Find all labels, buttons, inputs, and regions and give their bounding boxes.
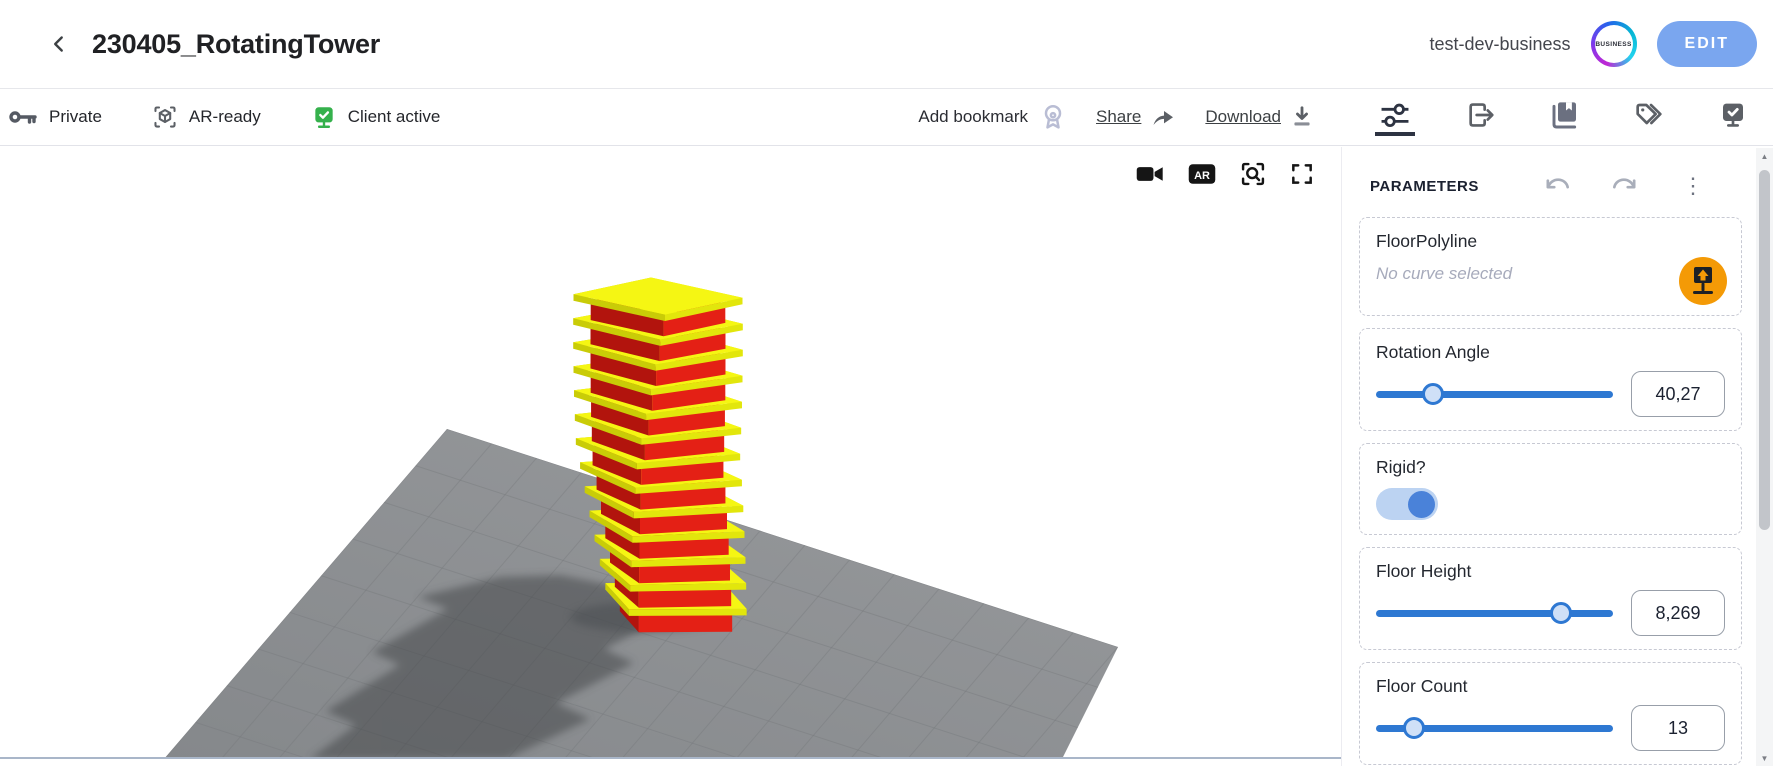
floor-count-slider[interactable]	[1376, 725, 1613, 732]
parameter-card-rigid: Rigid?	[1359, 443, 1742, 535]
page-title: 230405_RotatingTower	[92, 29, 380, 60]
undo-button[interactable]	[1542, 172, 1570, 200]
parameter-card-floor-count: Floor Count	[1359, 662, 1742, 765]
client-status: Client active	[311, 89, 441, 145]
upload-curve-button[interactable]	[1679, 257, 1727, 305]
scrollbar-thumb[interactable]	[1759, 170, 1770, 530]
parameter-label: Rigid?	[1376, 457, 1725, 478]
panel-title: PARAMETERS	[1370, 178, 1479, 195]
privacy-label: Private	[49, 107, 102, 127]
floor-height-slider[interactable]	[1376, 610, 1613, 617]
video-camera-icon[interactable]	[1135, 161, 1165, 187]
panel-tabs	[1343, 98, 1763, 136]
parameter-label: FloorPolyline	[1376, 231, 1725, 252]
ar-cube-icon	[152, 104, 178, 130]
toggle-knob	[1408, 491, 1435, 518]
viewport-bottom-border	[0, 757, 1341, 759]
floor-count-value[interactable]	[1631, 705, 1725, 751]
bookmark-medal-icon[interactable]	[1038, 102, 1068, 132]
parameter-card-floorpolyline: FloorPolyline No curve selected	[1359, 217, 1742, 316]
panel-scrollbar[interactable]: ▲ ▼	[1756, 148, 1773, 766]
add-bookmark-label[interactable]: Add bookmark	[918, 107, 1028, 127]
parameter-label: Floor Count	[1376, 676, 1725, 697]
key-icon	[8, 105, 38, 129]
download-icon[interactable]	[1289, 104, 1315, 130]
parameter-label: Floor Height	[1376, 561, 1725, 582]
3d-viewport: AR	[0, 147, 1341, 766]
status-toolbar: Private AR-ready Client active Add bookm…	[0, 88, 1773, 146]
scrollbar-down-arrow[interactable]: ▼	[1756, 750, 1773, 766]
tab-export[interactable]	[1460, 98, 1500, 136]
validation-icon	[1717, 99, 1749, 131]
svg-text:AR: AR	[1194, 170, 1210, 182]
rotation-angle-slider[interactable]	[1376, 391, 1613, 398]
slider-thumb[interactable]	[1422, 383, 1444, 405]
share-arrow-icon[interactable]	[1149, 103, 1177, 131]
tab-parameters[interactable]	[1375, 98, 1415, 136]
parameters-sliders-icon	[1378, 98, 1412, 132]
parameter-card-floor-height: Floor Height	[1359, 547, 1742, 650]
back-button[interactable]	[44, 29, 74, 59]
rigid-toggle[interactable]	[1376, 488, 1438, 520]
export-icon	[1464, 99, 1496, 131]
scrollbar-up-arrow[interactable]: ▲	[1756, 148, 1773, 164]
library-icon	[1548, 99, 1580, 131]
redo-button[interactable]	[1612, 172, 1640, 200]
zoom-focus-icon[interactable]	[1239, 160, 1267, 188]
download-link[interactable]: Download	[1205, 107, 1281, 127]
tab-tags[interactable]	[1629, 98, 1669, 136]
tags-icon	[1633, 99, 1665, 131]
client-active-label: Client active	[348, 107, 441, 127]
upload-curve-icon	[1688, 265, 1718, 297]
tab-validation[interactable]	[1713, 98, 1753, 136]
edit-button[interactable]: EDIT	[1657, 21, 1757, 67]
curve-placeholder: No curve selected	[1376, 264, 1725, 284]
ar-badge-icon[interactable]: AR	[1187, 161, 1217, 187]
parameter-label: Rotation Angle	[1376, 342, 1725, 363]
fullscreen-icon[interactable]	[1289, 161, 1315, 187]
kebab-menu-icon[interactable]: ⋮	[1682, 175, 1704, 197]
floor-height-value[interactable]	[1631, 590, 1725, 636]
rotation-angle-value[interactable]	[1631, 371, 1725, 417]
parameter-card-rotation-angle: Rotation Angle	[1359, 328, 1742, 431]
account-name: test-dev-business	[1429, 34, 1570, 55]
app-header: 230405_RotatingTower test-dev-business B…	[0, 0, 1773, 88]
privacy-status: Private	[8, 89, 102, 145]
slider-thumb[interactable]	[1550, 602, 1572, 624]
ar-ready-status: AR-ready	[152, 89, 261, 145]
account-badge[interactable]: BUSINESS	[1591, 21, 1637, 67]
parameters-panel: PARAMETERS ⋮	[1341, 147, 1756, 766]
tab-library[interactable]	[1544, 98, 1584, 136]
account-badge-label: BUSINESS	[1595, 25, 1633, 63]
slider-thumb[interactable]	[1403, 717, 1425, 739]
viewport-toolbar: AR	[1135, 160, 1315, 188]
share-link[interactable]: Share	[1096, 107, 1141, 127]
chevron-left-icon	[46, 31, 72, 57]
ar-ready-label: AR-ready	[189, 107, 261, 127]
client-active-icon	[311, 104, 337, 130]
3d-viewport-canvas[interactable]	[0, 147, 1341, 766]
parameters-panel-header: PARAMETERS ⋮	[1342, 147, 1756, 211]
